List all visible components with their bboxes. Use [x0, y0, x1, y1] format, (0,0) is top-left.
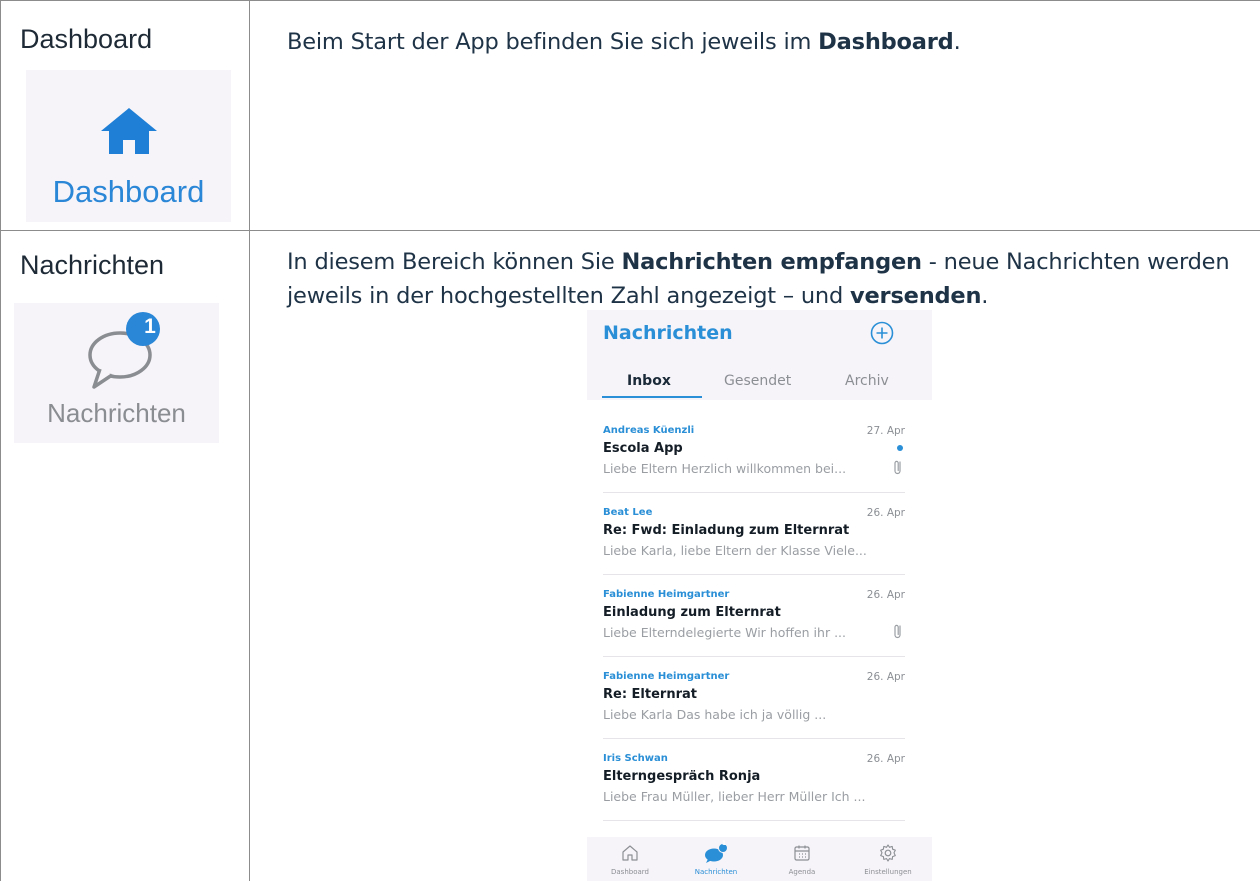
nachrichten-icon-tile: 1 Nachrichten [14, 303, 219, 443]
message-sender: Fabienne Heimgartner [603, 671, 730, 682]
calendar-icon [794, 845, 810, 861]
message-preview: Liebe Elterndelegierte Wir hoffen ihr ..… [603, 625, 846, 640]
bottom-nav-agenda[interactable]: Agenda [759, 837, 845, 881]
row-text-nachrichten-line1: In diesem Bereich können Sie Nachrichten… [287, 246, 1230, 279]
table-border-left [0, 0, 1, 881]
message-subject: Re: Elternrat [603, 687, 697, 702]
home-outline-icon [622, 845, 638, 861]
unread-dot [897, 445, 903, 451]
row-text-dashboard: Beim Start der App befinden Sie sich jew… [287, 26, 961, 59]
tab-inbox[interactable]: Inbox [627, 373, 671, 389]
message-sender: Beat Lee [603, 507, 653, 518]
text-part: In diesem Bereich können Sie [287, 249, 622, 275]
message-date: 26. Apr [866, 507, 905, 519]
row-text-nachrichten-line2: jeweils in der hochgestellten Zahl angez… [287, 280, 988, 313]
text-part: - neue Nachrichten werden [921, 249, 1230, 275]
message-separator [603, 492, 905, 493]
text-part-bold: Dashboard [818, 29, 954, 55]
nachrichten-badge: 1 [144, 315, 156, 338]
message-separator [603, 738, 905, 739]
bottom-nav-dashboard[interactable]: Dashboard [587, 837, 673, 881]
bottom-nav-label: Agenda [788, 868, 816, 876]
text-part-bold: Nachrichten empfangen [621, 249, 922, 275]
message-preview: Liebe Eltern Herzlich willkommen bei... [603, 461, 847, 476]
row-title-dashboard: Dashboard [20, 24, 153, 54]
list-item[interactable]: Iris Schwan 26. Apr Elterngespräch Ronja… [603, 753, 905, 837]
message-sender: Iris Schwan [603, 753, 668, 764]
phone-screenshot: Nachrichten Inbox Gesendet Archiv Andrea… [587, 310, 932, 881]
nachrichten-icon-label: Nachrichten [47, 398, 186, 428]
message-preview: Liebe Karla Das habe ich ja völlig ... [603, 707, 827, 722]
dashboard-icon-label: Dashboard [52, 174, 205, 209]
row-title-nachrichten: Nachrichten [20, 250, 165, 280]
text-part: jeweils in der hochgestellten Zahl angez… [287, 283, 851, 309]
bottom-nav-badge: 1 [721, 840, 727, 847]
message-date: 26. Apr [866, 589, 905, 601]
tab-active-indicator [602, 396, 702, 398]
message-subject: Einladung zum Elternrat [603, 605, 781, 620]
paperclip-icon [894, 624, 901, 639]
paperclip-icon [894, 460, 901, 475]
tab-archiv[interactable]: Archiv [845, 373, 889, 389]
message-date: 26. Apr [866, 671, 905, 683]
list-item[interactable]: Fabienne Heimgartner 26. Apr Re: Elternr… [603, 671, 905, 755]
bottom-nav-label: Nachrichten [694, 868, 738, 876]
message-preview: Liebe Karla, liebe Eltern der Klasse Vie… [603, 543, 867, 558]
dashboard-icon-tile: Dashboard [26, 70, 231, 222]
tab-gesendet[interactable]: Gesendet [724, 373, 791, 389]
table-row-divider [0, 230, 1260, 231]
table-column-divider [249, 0, 250, 881]
list-item[interactable]: Fabienne Heimgartner 26. Apr Einladung z… [603, 589, 905, 673]
text-part: . [981, 283, 989, 309]
text-part-bold: versenden [850, 283, 982, 309]
message-sender: Fabienne Heimgartner [603, 589, 730, 600]
text-part: Beim Start der App befinden Sie sich jew… [287, 29, 819, 55]
phone-header: Nachrichten Inbox Gesendet Archiv [587, 310, 932, 400]
document-table: Dashboard Dashboard Beim Start der App b… [0, 0, 1260, 881]
phone-page-title: Nachrichten [603, 322, 733, 344]
home-icon [101, 108, 157, 154]
table-border-top [0, 0, 1260, 1]
bottom-nav-nachrichten[interactable]: 1 Nachrichten [673, 837, 759, 881]
message-separator [603, 574, 905, 575]
message-separator [603, 820, 905, 821]
bottom-nav-label: Einstellungen [864, 868, 912, 876]
list-item[interactable]: Beat Lee 26. Apr Re: Fwd: Einladung zum … [603, 507, 905, 591]
message-date: 27. Apr [866, 425, 905, 437]
message-sender: Andreas Küenzli [603, 425, 695, 436]
message-preview: Liebe Frau Müller, lieber Herr Müller Ic… [603, 789, 866, 804]
message-subject: Escola App [603, 441, 683, 456]
plus-circle-icon[interactable] [869, 320, 895, 346]
message-date: 26. Apr [866, 753, 905, 765]
bottom-navigation: Dashboard 1 Nachrichten Agenda Einstellu… [587, 837, 932, 881]
list-item[interactable]: Andreas Küenzli 27. Apr Escola App Liebe… [603, 425, 905, 509]
text-part: . [953, 29, 961, 55]
message-subject: Re: Fwd: Einladung zum Elternrat [603, 523, 850, 538]
bottom-nav-label: Dashboard [611, 868, 649, 876]
bottom-nav-einstellungen[interactable]: Einstellungen [845, 837, 931, 881]
message-separator [603, 656, 905, 657]
gear-icon [880, 844, 896, 862]
message-subject: Elterngespräch Ronja [603, 769, 761, 784]
